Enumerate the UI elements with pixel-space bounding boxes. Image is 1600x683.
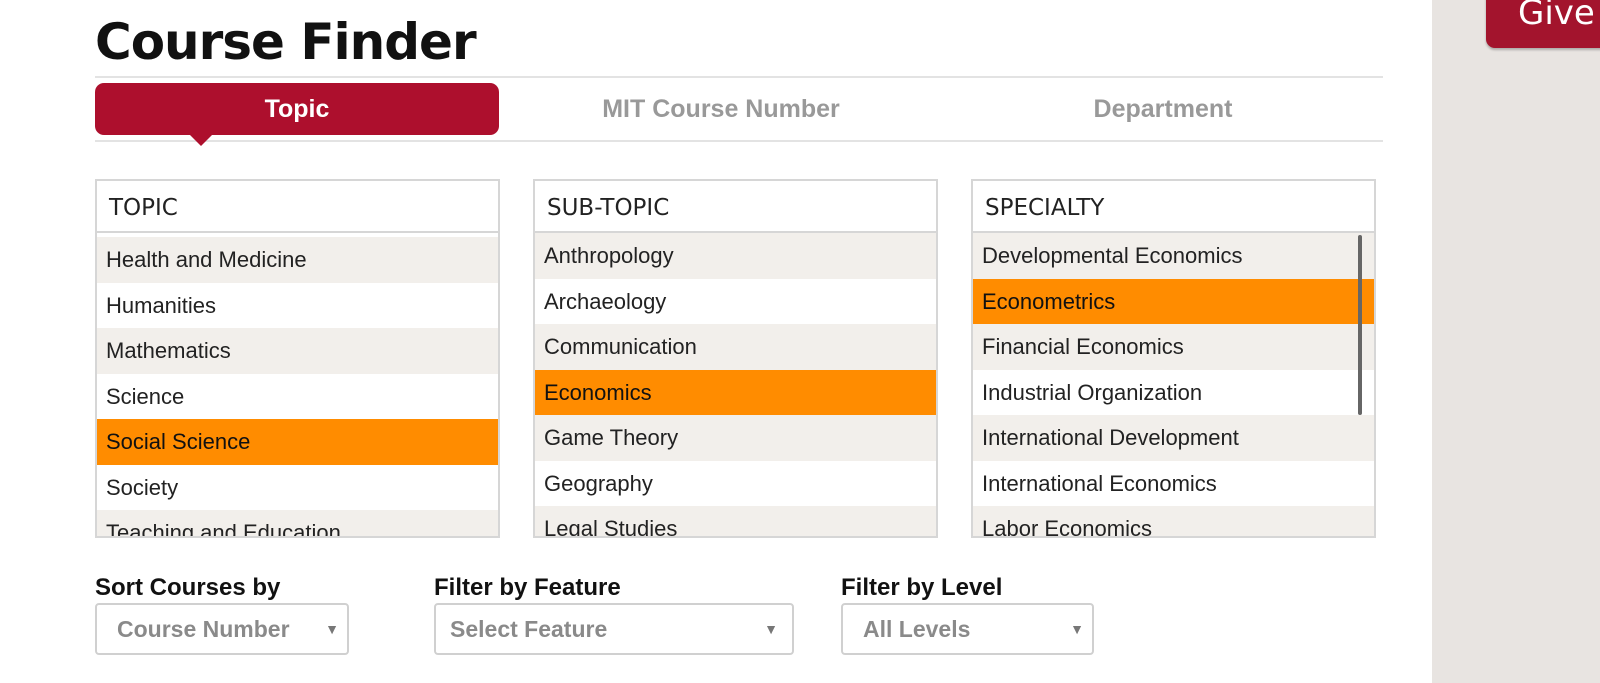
topic-item[interactable]: Society — [97, 464, 498, 510]
chevron-down-icon: ▼ — [325, 621, 339, 637]
right-sidebar — [1432, 0, 1600, 683]
feature-select-value: Select Feature — [450, 616, 608, 642]
specialty-item-selected[interactable]: Econometrics — [973, 278, 1374, 324]
subtopic-item-selected[interactable]: Economics — [535, 369, 936, 415]
subtopic-list-header: SUB-TOPIC — [535, 181, 936, 233]
level-select[interactable]: All Levels ▼ — [841, 603, 1094, 655]
specialty-list: SPECIALTY Developmental Economics Econom… — [971, 179, 1376, 538]
specialty-item[interactable]: International Economics — [973, 460, 1374, 506]
topic-item[interactable]: Health and Medicine — [97, 237, 498, 283]
level-select-value: All Levels — [863, 616, 971, 642]
subtopic-item[interactable]: Anthropology — [535, 233, 936, 279]
topic-items: Health and Medicine Humanities Mathemati… — [97, 233, 498, 536]
specialty-item[interactable]: Labor Economics — [973, 506, 1374, 536]
subtopic-items: Anthropology Archaeology Communication E… — [535, 233, 936, 536]
subtopic-item[interactable]: Geography — [535, 460, 936, 506]
topic-list-header: TOPIC — [97, 181, 498, 233]
specialty-list-header: SPECIALTY — [973, 181, 1374, 233]
active-tab-pointer — [189, 134, 213, 146]
subtopic-item[interactable]: Legal Studies — [535, 506, 936, 536]
tab-bar: Topic MIT Course Number Department — [95, 76, 1383, 142]
topic-item[interactable]: Teaching and Education — [97, 510, 498, 536]
page-title: Course Finder — [95, 13, 477, 71]
sort-label: Sort Courses by — [95, 574, 281, 601]
subtopic-item[interactable]: Communication — [535, 324, 936, 370]
feature-label: Filter by Feature — [434, 574, 621, 601]
subtopic-item[interactable]: Game Theory — [535, 415, 936, 461]
topic-item[interactable]: Science — [97, 373, 498, 419]
specialty-scrollbar[interactable] — [1358, 235, 1362, 415]
topic-item[interactable]: Humanities — [97, 282, 498, 328]
tab-department[interactable]: Department — [943, 83, 1383, 135]
topic-item-selected[interactable]: Social Science — [97, 419, 498, 465]
specialty-items: Developmental Economics Econometrics Fin… — [973, 233, 1374, 536]
topic-item[interactable]: Mathematics — [97, 328, 498, 374]
specialty-item[interactable]: International Development — [973, 415, 1374, 461]
topic-list: TOPIC Health and Medicine Humanities Mat… — [95, 179, 500, 538]
sort-select-value: Course Number — [117, 616, 290, 642]
give-button[interactable]: Give — [1486, 0, 1600, 48]
specialty-item[interactable]: Developmental Economics — [973, 233, 1374, 279]
specialty-item[interactable]: Financial Economics — [973, 324, 1374, 370]
subtopic-item[interactable]: Archaeology — [535, 278, 936, 324]
specialty-item[interactable]: Industrial Organization — [973, 369, 1374, 415]
chevron-down-icon: ▼ — [764, 621, 778, 637]
tab-topic[interactable]: Topic — [95, 83, 499, 135]
tab-mit-course-number[interactable]: MIT Course Number — [499, 83, 943, 135]
level-label: Filter by Level — [841, 574, 1003, 601]
feature-select[interactable]: Select Feature ▼ — [434, 603, 794, 655]
subtopic-list: SUB-TOPIC Anthropology Archaeology Commu… — [533, 179, 938, 538]
sort-select[interactable]: Course Number ▼ — [95, 603, 349, 655]
chevron-down-icon: ▼ — [1070, 621, 1084, 637]
